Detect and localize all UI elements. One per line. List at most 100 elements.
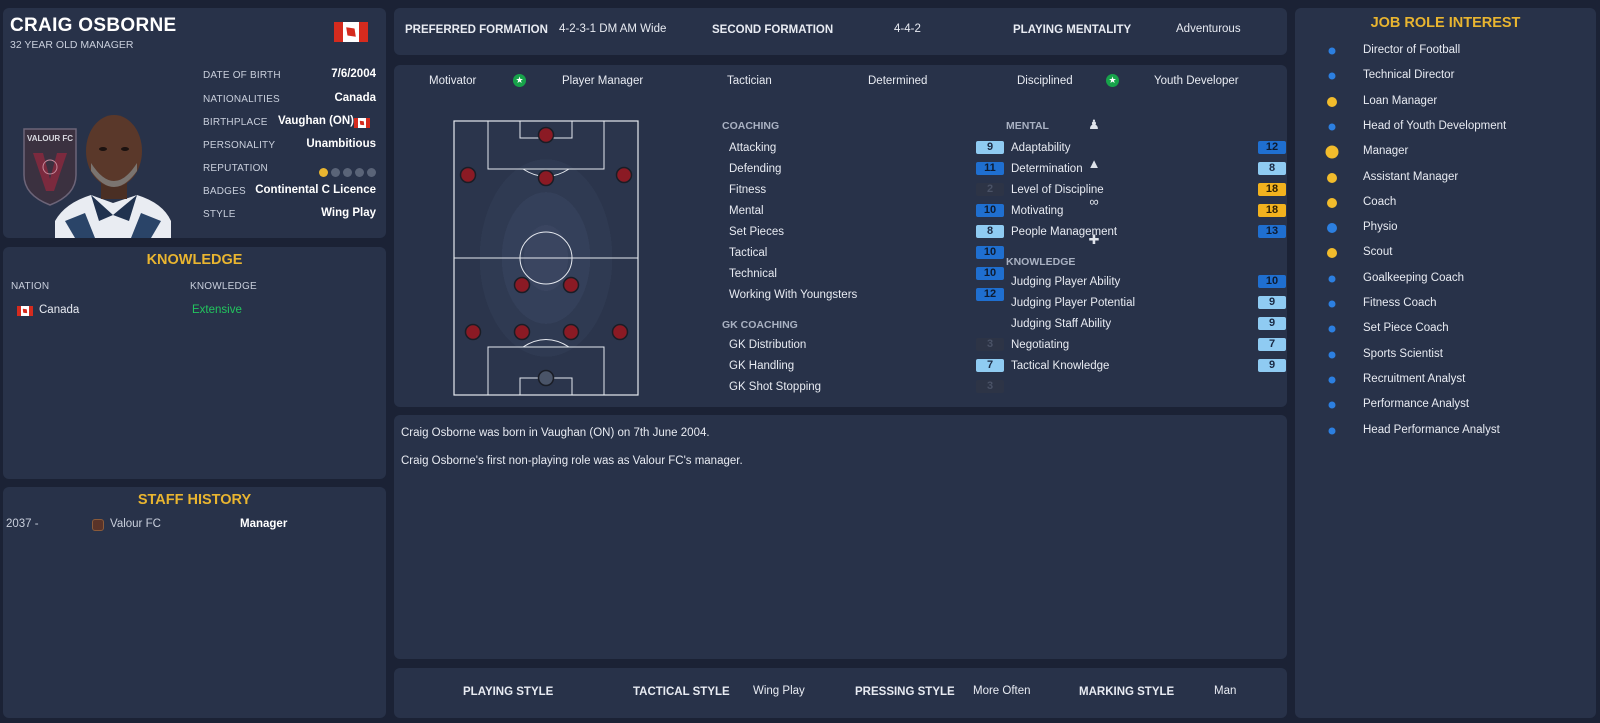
staff-history-panel: STAFF HISTORY 2037 - Valour FC Manager	[3, 487, 386, 718]
style-bar: PLAYING STYLE TACTICAL STYLE Wing Play P…	[394, 668, 1287, 718]
attribute-name: Judging Player Potential	[1011, 297, 1136, 309]
staff-subtitle: 32 YEAR OLD MANAGER	[10, 39, 134, 51]
goalkeeper-marker[interactable]	[537, 369, 555, 387]
job-role-item[interactable]: Head of Youth Development	[1295, 117, 1595, 137]
attribute-name: Set Pieces	[729, 226, 784, 238]
player-marker[interactable]	[513, 276, 531, 294]
job-role-label: Performance Analyst	[1363, 398, 1470, 411]
player-marker[interactable]	[513, 323, 531, 341]
knowledge-column-header[interactable]: KNOWLEDGE	[190, 281, 257, 292]
job-role-item[interactable]: Sports Scientist	[1295, 345, 1595, 365]
player-marker[interactable]	[615, 166, 633, 184]
attribute-row[interactable]: Motivating 18	[1011, 203, 1286, 221]
bio-paragraph: Craig Osborne was born in Vaughan (ON) o…	[401, 427, 710, 439]
profile-panel: CRAIG OSBORNE 32 YEAR OLD MANAGER VALOUR…	[3, 8, 386, 238]
attribute-value: 9	[1258, 317, 1286, 330]
attribute-row[interactable]: Tactical 10	[729, 245, 1004, 263]
attribute-row[interactable]: People Management 13	[1011, 224, 1286, 242]
attribute-row[interactable]: Technical 10	[729, 266, 1004, 284]
attribute-row[interactable]: GK Shot Stopping 3	[729, 379, 1004, 397]
pressing-style-value: More Often	[973, 685, 1031, 697]
attribute-row[interactable]: Defending 11	[729, 161, 1004, 179]
job-role-item[interactable]: Manager	[1295, 142, 1595, 162]
job-role-item[interactable]: Head Performance Analyst	[1295, 421, 1595, 441]
marking-style-value: Man	[1214, 685, 1237, 697]
attribute-row[interactable]: Mental 10	[729, 203, 1004, 221]
tactical-style-value: Wing Play	[753, 685, 805, 697]
attribute-row[interactable]: Set Pieces 8	[729, 224, 1004, 242]
nation-column-header[interactable]: NATION	[11, 281, 49, 292]
club-badge-icon	[92, 519, 104, 531]
attribute-row[interactable]: Judging Player Potential 9	[1011, 295, 1286, 313]
attribute-row[interactable]: Working With Youngsters 12	[729, 287, 1004, 305]
whistle-icon: ♟	[1088, 117, 1100, 132]
attribute-row[interactable]: GK Distribution 3	[729, 337, 1004, 355]
job-role-item[interactable]: Coach	[1295, 193, 1595, 213]
attribute-name: Fitness	[729, 184, 767, 196]
pressing-style-label: PRESSING STYLE	[855, 686, 955, 698]
job-role-item[interactable]: Fitness Coach	[1295, 294, 1595, 314]
trait-player-manager: Player Manager	[562, 75, 644, 87]
attribute-name: GK Shot Stopping	[729, 381, 822, 393]
attribute-value: 9	[1258, 359, 1286, 372]
style-row: STYLE Wing Play	[203, 205, 376, 225]
biography-panel: Craig Osborne was born in Vaughan (ON) o…	[394, 415, 1287, 659]
player-marker[interactable]	[537, 126, 555, 144]
preferred-formation-label: PREFERRED FORMATION	[405, 24, 548, 36]
job-role-item[interactable]: Performance Analyst	[1295, 395, 1595, 415]
player-marker[interactable]	[611, 323, 629, 341]
nation-name[interactable]: Canada	[39, 304, 79, 316]
job-role-item[interactable]: Assistant Manager	[1295, 168, 1595, 188]
player-marker[interactable]	[537, 169, 555, 187]
job-role-item[interactable]: Physio	[1295, 218, 1595, 238]
formation-pitch[interactable]	[453, 120, 639, 396]
attribute-value: 10	[1258, 275, 1286, 288]
trait-youth-developer: Youth Developer	[1154, 75, 1239, 87]
attribute-row[interactable]: Determination 8	[1011, 161, 1286, 179]
player-marker[interactable]	[464, 323, 482, 341]
job-role-item[interactable]: Loan Manager	[1295, 92, 1595, 112]
attribute-row[interactable]: Fitness 2	[729, 182, 1004, 200]
tactical-style-label: TACTICAL STYLE	[633, 686, 730, 698]
attribute-name: Attacking	[729, 142, 777, 154]
dob-row: DATE OF BIRTH 7/6/2004	[203, 66, 376, 86]
attribute-name: Judging Player Ability	[1011, 276, 1121, 288]
player-marker[interactable]	[562, 323, 580, 341]
nationality-value[interactable]: Canada	[334, 92, 376, 104]
reputation-star-icon	[367, 168, 376, 177]
attribute-name: GK Handling	[729, 360, 795, 372]
attribute-row[interactable]: Attacking 9	[729, 140, 1004, 158]
attribute-row[interactable]: Judging Player Ability 10	[1011, 274, 1286, 292]
attribute-value: 8	[976, 225, 1004, 238]
attribute-value: 10	[976, 246, 1004, 259]
job-role-item[interactable]: Director of Football	[1295, 41, 1595, 61]
job-role-label: Set Piece Coach	[1363, 322, 1449, 335]
job-role-item[interactable]: Set Piece Coach	[1295, 319, 1595, 339]
attribute-row[interactable]: GK Handling 7	[729, 358, 1004, 376]
attribute-row[interactable]: Level of Discipline 18	[1011, 182, 1286, 200]
player-marker[interactable]	[562, 276, 580, 294]
reputation-star-icon	[331, 168, 340, 177]
job-role-item[interactable]: Recruitment Analyst	[1295, 370, 1595, 390]
attribute-row[interactable]: Negotiating 7	[1011, 337, 1286, 355]
personality-row: PERSONALITY Unambitious	[203, 136, 376, 156]
attribute-name: Adaptability	[1011, 142, 1071, 154]
reputation-star-icon	[319, 168, 328, 177]
birthplace-value[interactable]: Vaughan (ON)	[278, 115, 354, 127]
job-role-item[interactable]: Scout	[1295, 243, 1595, 263]
interest-level-dot-icon	[1328, 47, 1336, 55]
job-role-item[interactable]: Goalkeeping Coach	[1295, 269, 1595, 289]
reputation-row: REPUTATION	[203, 159, 376, 179]
player-marker[interactable]	[459, 166, 477, 184]
attribute-row[interactable]: Adaptability 12	[1011, 140, 1286, 158]
table-row[interactable]: 2037 - Valour FC Manager	[3, 515, 386, 535]
history-club[interactable]: Valour FC	[110, 518, 161, 530]
birthplace-row: BIRTHPLACE Vaughan (ON)	[203, 113, 376, 133]
table-row[interactable]: Canada Extensive	[3, 301, 386, 321]
badges-label: BADGES	[203, 186, 246, 197]
interest-level-dot-icon	[1328, 376, 1336, 384]
dob-label: DATE OF BIRTH	[203, 70, 281, 81]
job-role-item[interactable]: Technical Director	[1295, 66, 1595, 86]
attribute-row[interactable]: Judging Staff Ability 9	[1011, 316, 1286, 334]
attribute-row[interactable]: Tactical Knowledge 9	[1011, 358, 1286, 376]
